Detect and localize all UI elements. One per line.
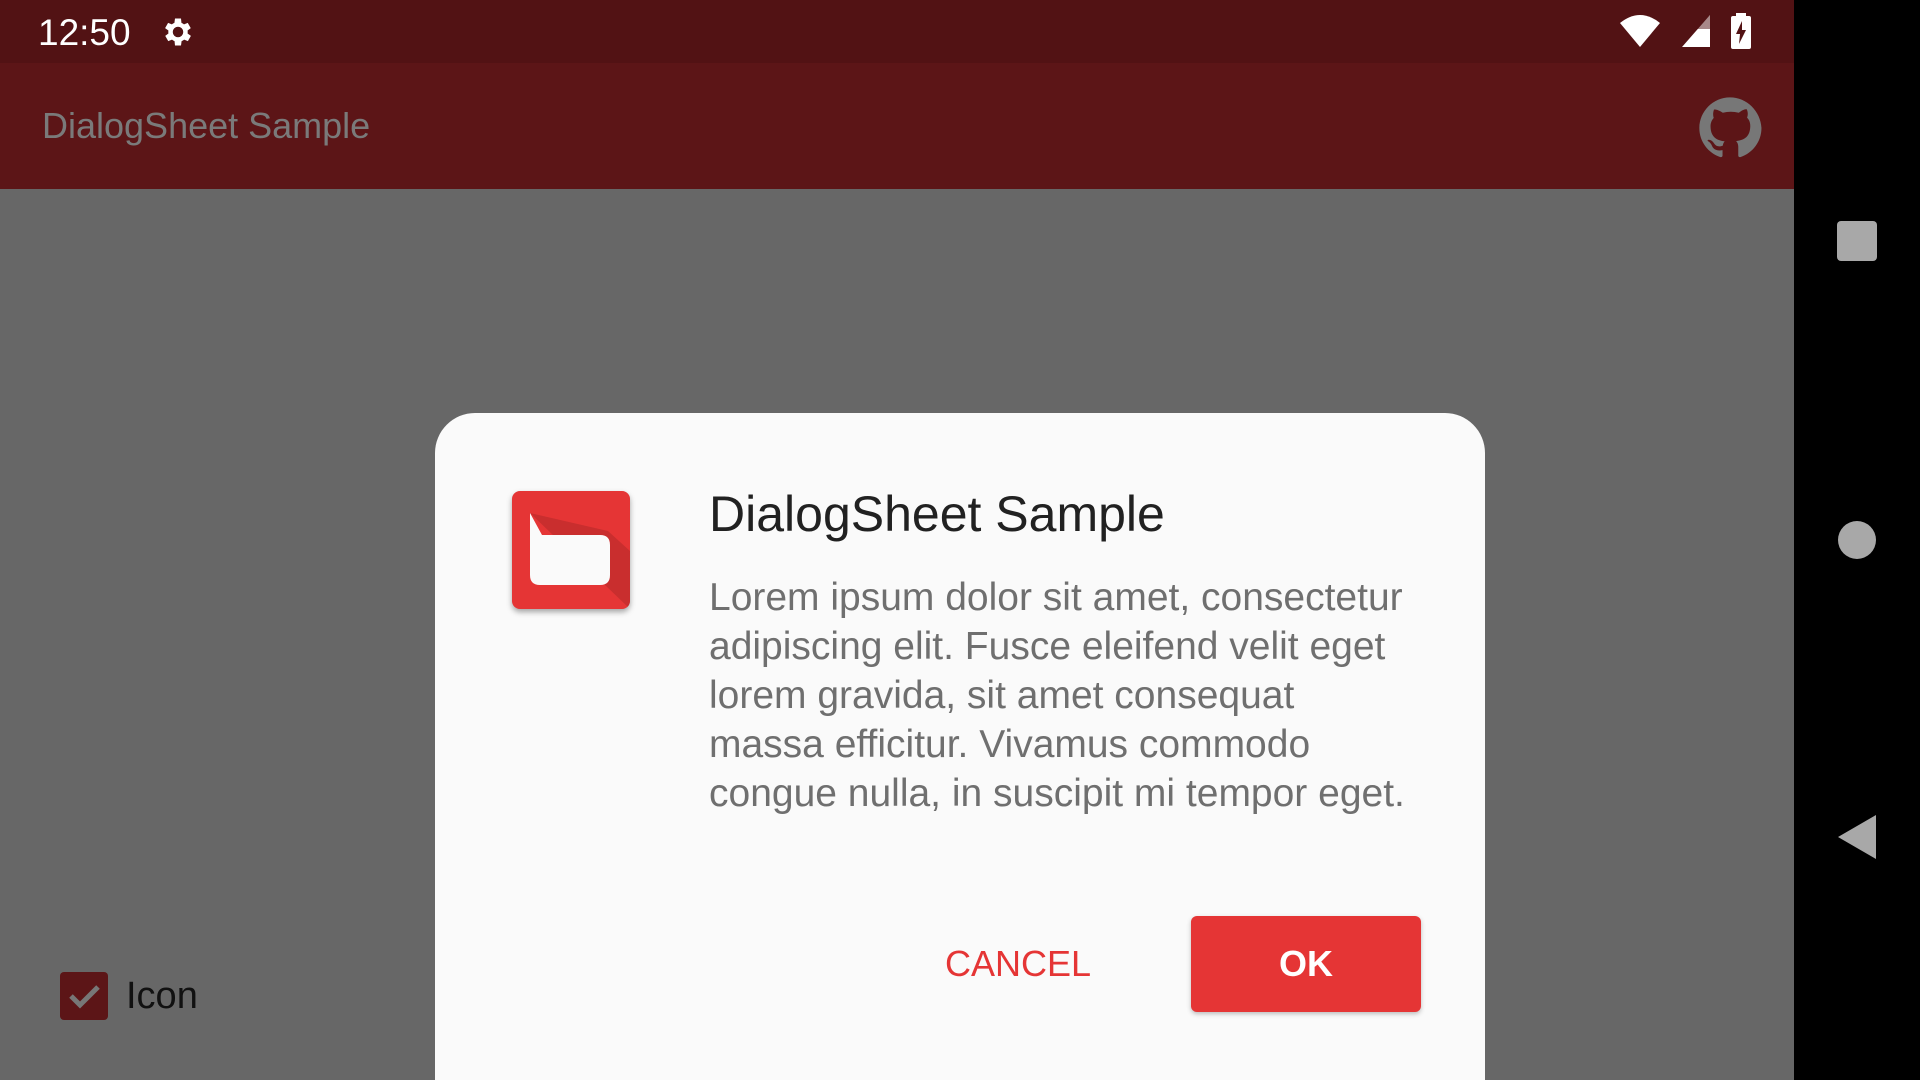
- wifi-icon: [1618, 13, 1662, 54]
- app-bar-title: DialogSheet Sample: [42, 105, 371, 146]
- navigation-bar: [1794, 0, 1920, 1080]
- gear-icon: [160, 14, 196, 50]
- dialog-title: DialogSheet Sample: [709, 486, 1165, 542]
- back-icon: [1838, 815, 1876, 859]
- app-bar: DialogSheet Sample: [0, 63, 1794, 189]
- dialog-app-icon: [512, 491, 630, 609]
- signal-icon: [1680, 13, 1712, 54]
- ok-button[interactable]: OK: [1191, 916, 1421, 1012]
- icon-checkbox-label: Icon: [126, 974, 198, 1017]
- icon-option-row[interactable]: Icon: [60, 972, 198, 1020]
- github-icon: [1699, 97, 1762, 158]
- app-screen: 12:50 DialogSheet Sample Icon DialogShee…: [0, 0, 1794, 1080]
- status-time: 12:50: [38, 12, 131, 53]
- cancel-button[interactable]: CANCEL: [933, 916, 1103, 1012]
- dialog-sheet: DialogSheet Sample Lorem ipsum dolor sit…: [435, 413, 1485, 1080]
- github-button[interactable]: [1698, 96, 1762, 160]
- status-icons: [1618, 13, 1752, 54]
- recents-icon: [1837, 221, 1877, 261]
- recents-button[interactable]: [1794, 181, 1920, 301]
- status-bar: 12:50: [0, 0, 1794, 63]
- checkmark-icon: [69, 985, 100, 1009]
- battery-charging-icon: [1730, 13, 1752, 54]
- dialog-message: Lorem ipsum dolor sit amet, consectetur …: [709, 576, 1405, 815]
- icon-checkbox[interactable]: [60, 972, 108, 1020]
- back-button[interactable]: [1794, 777, 1920, 897]
- home-icon: [1838, 521, 1876, 559]
- home-button[interactable]: [1794, 480, 1920, 600]
